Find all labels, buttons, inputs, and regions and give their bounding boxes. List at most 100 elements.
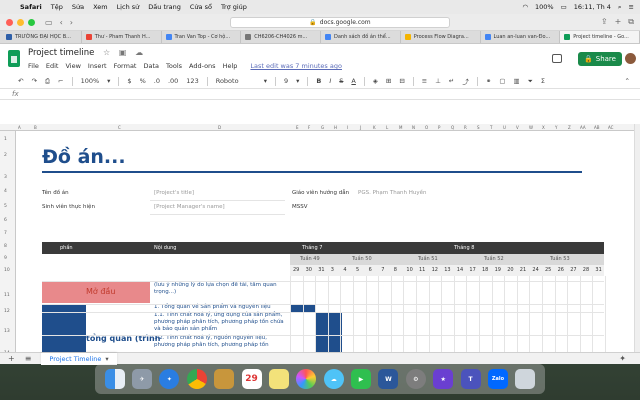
content-cell[interactable]: 1.2. Tính chất hoá lý, nguồn nguyên liệu…: [154, 335, 289, 349]
strikethrough-button[interactable]: S: [339, 77, 343, 85]
menu-window[interactable]: Cửa sổ: [190, 3, 212, 11]
clock[interactable]: 16:11, Th 4: [574, 3, 611, 11]
share-button[interactable]: 🔒 Share: [578, 52, 622, 66]
row-header[interactable]: 1: [4, 137, 7, 142]
browser-tab[interactable]: Luan an-luan van-Đo...: [481, 31, 561, 43]
menu-help-docs[interactable]: Help: [223, 62, 238, 70]
row-header[interactable]: 10: [4, 268, 10, 273]
col-header[interactable]: B: [34, 125, 37, 130]
menu-file-docs[interactable]: File: [28, 62, 39, 70]
bold-button[interactable]: B: [316, 77, 321, 85]
content-cell[interactable]: (lưu ý những lý do lựa chọn đề tài, tầm …: [154, 282, 284, 296]
col-header[interactable]: AC: [608, 125, 613, 130]
share-icon[interactable]: ⇪: [601, 17, 608, 27]
row-header[interactable]: 12: [4, 309, 10, 314]
facetime-icon[interactable]: ▶: [351, 369, 372, 389]
vertical-scrollbar[interactable]: [634, 124, 640, 352]
chart-icon[interactable]: ▥: [513, 77, 519, 85]
redo-icon[interactable]: ↷: [31, 77, 36, 85]
browser-tab[interactable]: TRƯỜNG ĐẠI HỌC B...: [2, 31, 82, 43]
italic-button[interactable]: I: [329, 77, 331, 85]
col-header[interactable]: O: [425, 125, 428, 130]
print-icon[interactable]: ⎙: [45, 77, 50, 86]
col-header[interactable]: D: [218, 125, 221, 130]
menu-addons[interactable]: Add-ons: [189, 62, 216, 70]
col-header[interactable]: Z: [568, 125, 571, 130]
fill-color-icon[interactable]: ◈: [373, 77, 378, 85]
filter-icon[interactable]: ⏷: [528, 77, 533, 86]
menu-edit-docs[interactable]: Edit: [46, 62, 59, 70]
browser-tab[interactable]: Tran Van Top - Cơ hộ...: [162, 31, 242, 43]
forward-icon[interactable]: ›: [70, 18, 73, 27]
font-size-select[interactable]: 9: [284, 77, 288, 85]
stickies-icon[interactable]: [268, 369, 289, 389]
col-header[interactable]: J: [360, 125, 361, 130]
col-header[interactable]: T: [490, 125, 492, 130]
row-header[interactable]: 2: [4, 153, 7, 158]
row-header[interactable]: 7: [4, 231, 7, 236]
formula-bar[interactable]: fx: [0, 89, 640, 100]
browser-tab[interactable]: Process Flow Diagra...: [401, 31, 481, 43]
col-header[interactable]: M: [399, 125, 402, 130]
increase-decimal-button[interactable]: .00: [168, 77, 178, 85]
browser-tab[interactable]: Danh sách đồ án thể...: [321, 31, 401, 43]
insert-comment-icon[interactable]: ▢: [499, 77, 505, 85]
minimize-window-button[interactable]: [17, 18, 24, 26]
finder-icon[interactable]: [104, 369, 125, 389]
manager-cell[interactable]: [Project Manager's name]: [154, 204, 225, 210]
notes-icon[interactable]: [214, 369, 235, 389]
chrome-icon[interactable]: [186, 369, 207, 389]
col-header[interactable]: Y: [555, 125, 557, 130]
zoom-window-button[interactable]: [28, 18, 35, 26]
word-icon[interactable]: W: [378, 369, 399, 389]
row-header[interactable]: 6: [4, 218, 7, 223]
menu-safari[interactable]: Safari: [20, 3, 42, 11]
control-center-icon[interactable]: ≡: [629, 3, 634, 11]
row-header[interactable]: 13: [4, 329, 10, 334]
col-header[interactable]: W: [529, 125, 533, 130]
col-header[interactable]: AA: [580, 125, 586, 130]
spreadsheet-grid[interactable]: A B C D E F G H I J K L M N O P Q R S T: [0, 124, 634, 352]
decrease-decimal-button[interactable]: .0: [154, 77, 160, 85]
messages-icon[interactable]: ☁: [323, 369, 344, 389]
move-folder-icon[interactable]: ▣: [119, 48, 127, 57]
content-cell[interactable]: 1.1. Tính chất hoá lý, ứng dụng của sản …: [154, 312, 289, 333]
sheet-tab-project-timeline[interactable]: Project Timeline ▾: [41, 352, 117, 365]
browser-tab-active[interactable]: Project timeline - Go...: [560, 31, 640, 43]
menu-edit[interactable]: Sửa: [72, 3, 84, 11]
col-header[interactable]: Q: [451, 125, 454, 130]
col-header[interactable]: R: [464, 125, 467, 130]
search-icon[interactable]: ⌕: [618, 3, 622, 12]
col-header[interactable]: H: [334, 125, 337, 130]
col-header[interactable]: X: [542, 125, 545, 130]
align-horizontal-icon[interactable]: ≡: [422, 77, 427, 85]
all-sheets-icon[interactable]: ≡: [25, 354, 32, 363]
col-header[interactable]: N: [412, 125, 415, 130]
col-header[interactable]: AB: [594, 125, 599, 130]
col-header[interactable]: F: [308, 125, 310, 130]
battery-icon[interactable]: ▭: [561, 3, 567, 11]
currency-format-button[interactable]: $: [127, 77, 131, 85]
sheet-title[interactable]: Đồ án...: [42, 146, 126, 168]
font-select[interactable]: Roboto: [216, 77, 256, 85]
browser-tab[interactable]: Thư - Pham Thanh H...: [82, 31, 162, 43]
menu-insert[interactable]: Insert: [88, 62, 107, 70]
col-header[interactable]: L: [386, 125, 388, 130]
col-header[interactable]: I: [347, 125, 348, 130]
menu-view-docs[interactable]: View: [65, 62, 80, 70]
menu-help[interactable]: Trợ giúp: [221, 3, 247, 11]
menu-view[interactable]: Xem: [93, 3, 108, 11]
section-mo-dau[interactable]: Mở đầu: [42, 281, 150, 303]
row-header[interactable]: 8: [4, 244, 7, 249]
percent-format-button[interactable]: %: [140, 77, 146, 85]
align-vertical-icon[interactable]: ⊥: [435, 77, 441, 85]
advisor-cell[interactable]: PGS. Phạm Thanh Huyền: [358, 190, 427, 196]
col-header[interactable]: G: [321, 125, 324, 130]
launchpad-icon[interactable]: ✈: [132, 369, 153, 389]
new-tab-icon[interactable]: +: [615, 17, 622, 27]
imovie-icon[interactable]: ★: [433, 369, 454, 389]
col-header[interactable]: A: [18, 125, 21, 130]
zalo-icon[interactable]: Zalo: [487, 369, 508, 389]
borders-icon[interactable]: ⊞: [386, 77, 391, 85]
close-window-button[interactable]: [6, 18, 13, 26]
